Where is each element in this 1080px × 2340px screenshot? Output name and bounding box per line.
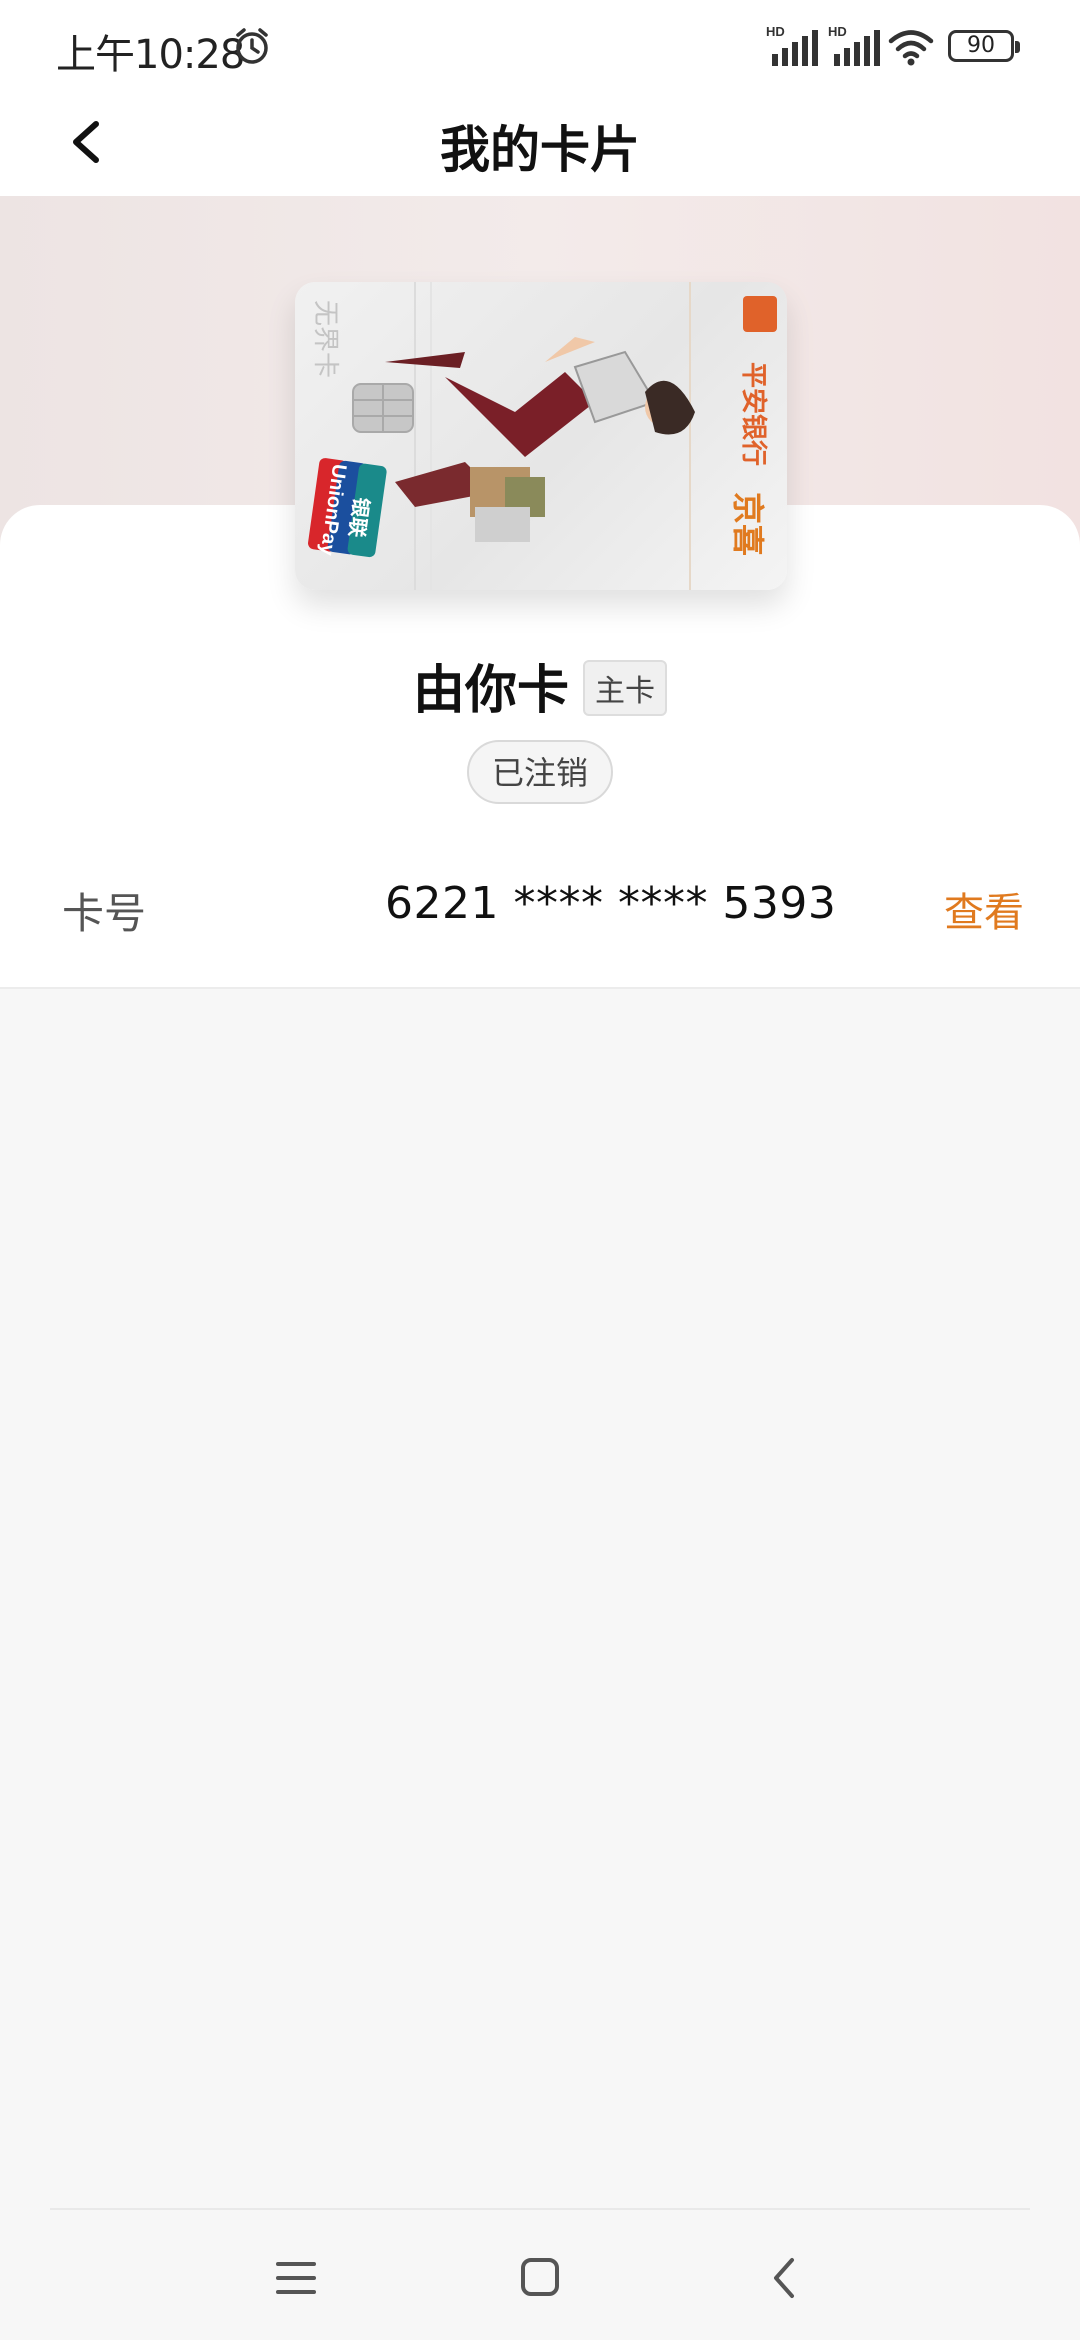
unionpay-logo: UnionPay 银联 — [308, 458, 387, 558]
divider — [0, 987, 1080, 989]
signal-hd-label: HD — [828, 24, 847, 39]
card-name-row: 由你卡 主卡 — [0, 650, 1080, 721]
cellular-signal-icon: HD — [766, 24, 818, 66]
bank-logo — [743, 296, 777, 332]
home-icon[interactable] — [510, 2248, 570, 2308]
card-name: 由你卡 — [412, 660, 569, 721]
bank-name-text: 平安银行 — [739, 362, 769, 466]
signal-hd-label: HD — [766, 24, 785, 39]
system-nav-bar — [0, 2210, 1080, 2340]
card-number-value: 6221 **** **** 5393 — [385, 878, 837, 929]
alarm-icon — [236, 28, 268, 64]
view-card-number-button[interactable]: 查看 — [944, 880, 1024, 938]
header: 我的卡片 — [0, 90, 1080, 196]
wifi-icon — [888, 30, 934, 66]
card-role-badge: 主卡 — [583, 660, 667, 716]
battery-indicator: 90 — [948, 30, 1020, 62]
cellular-signal-icon: HD — [828, 24, 880, 66]
chip-icon — [352, 383, 414, 433]
page-title: 我的卡片 — [440, 121, 640, 179]
menu-icon[interactable] — [266, 2248, 326, 2308]
card-series-text: 无界卡 — [311, 300, 341, 378]
back-icon[interactable] — [756, 2248, 816, 2308]
card-number-row: 卡号 6221 **** **** 5393 查看 — [0, 860, 1080, 970]
status-time: 上午10:28 — [56, 32, 245, 78]
card-image: 无界卡 UnionPay 银联 平安银行 京喜 — [295, 282, 787, 590]
card-number-label: 卡号 — [62, 889, 147, 938]
cobrand-text: 京喜 — [730, 492, 766, 556]
card-status-badge: 已注销 — [467, 740, 613, 804]
status-bar: 上午10:28 HD HD 90 — [0, 0, 1080, 90]
